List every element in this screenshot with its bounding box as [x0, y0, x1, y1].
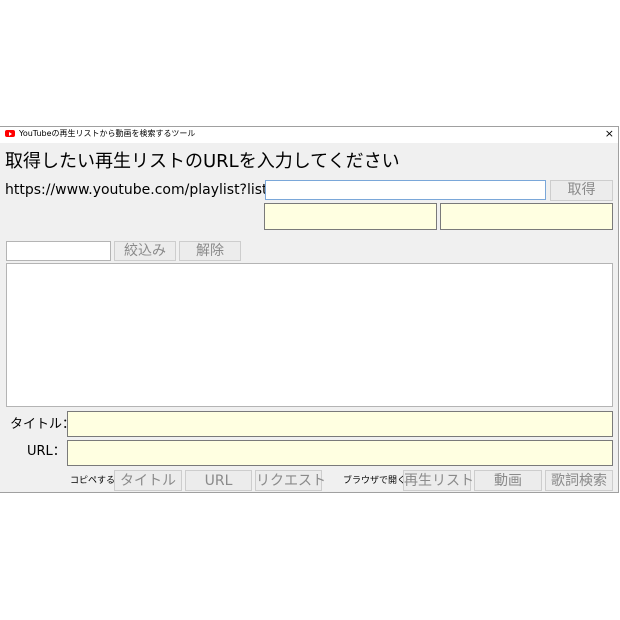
- results-list[interactable]: [6, 263, 613, 407]
- title-bar[interactable]: YouTubeの再生リストから動画を検索するツール ×: [0, 127, 618, 143]
- page-heading: 取得したい再生リストのURLを入力してください: [5, 151, 400, 172]
- filter-input[interactable]: [6, 241, 111, 261]
- title-label: タイトル：: [10, 417, 76, 432]
- app-window: YouTubeの再生リストから動画を検索するツール × 取得したい再生リストのU…: [0, 126, 619, 493]
- playlist-info-field-right: [440, 203, 613, 230]
- close-icon[interactable]: ×: [605, 128, 614, 140]
- url-label: URL：: [27, 444, 66, 459]
- open-playlist-button[interactable]: 再生リスト: [403, 470, 474, 491]
- browser-open-label: ブラウザで開く: [343, 476, 407, 486]
- copy-label: コピペする: [70, 476, 116, 486]
- window-title: YouTubeの再生リストから動画を検索するツール: [19, 129, 196, 138]
- playlist-id-input[interactable]: [265, 180, 546, 200]
- fetch-button[interactable]: 取得: [550, 180, 613, 201]
- copy-url-button[interactable]: URL: [185, 470, 252, 491]
- copy-request-button[interactable]: リクエスト: [255, 470, 326, 491]
- video-title-field: [67, 411, 613, 437]
- lyrics-search-button[interactable]: 歌詞検索: [545, 470, 613, 491]
- filter-button[interactable]: 絞込み: [114, 241, 176, 261]
- clear-button[interactable]: 解除: [179, 241, 241, 261]
- playlist-info-field-left: [264, 203, 437, 230]
- url-prefix-label: https://www.youtube.com/playlist?list=: [5, 182, 280, 198]
- youtube-icon: [5, 130, 15, 137]
- video-url-field: [67, 440, 613, 466]
- open-video-button[interactable]: 動画: [474, 470, 542, 491]
- copy-title-button[interactable]: タイトル: [114, 470, 182, 491]
